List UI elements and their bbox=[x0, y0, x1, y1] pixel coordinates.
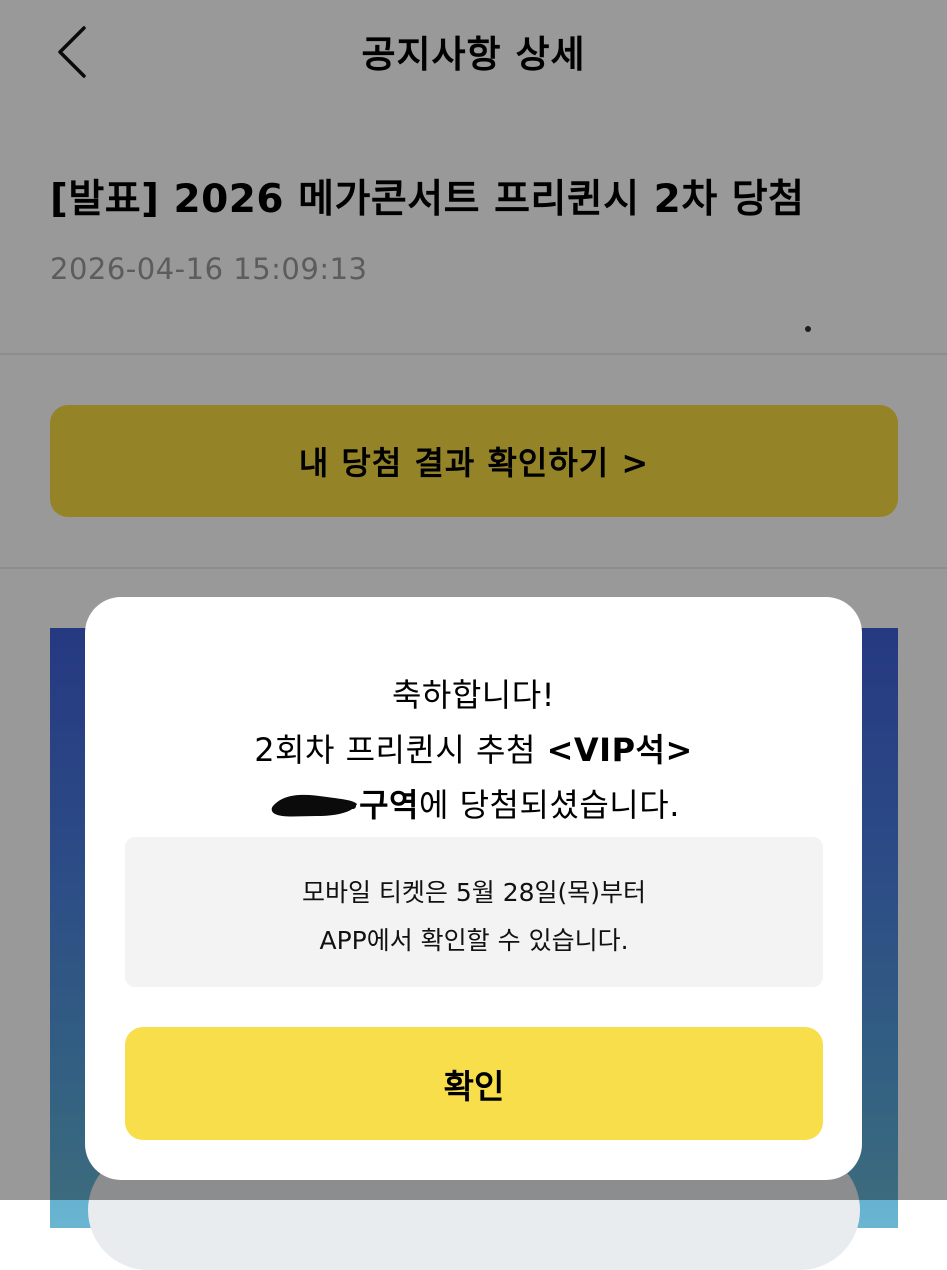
ticket-info-line: 모바일 티켓은 5월 28일(목)부터 bbox=[301, 878, 647, 907]
modal-win-text: 에 당첨되셨습니다. bbox=[419, 786, 680, 824]
modal-zone-label: 구역 bbox=[359, 786, 419, 824]
redaction-scribble bbox=[267, 788, 359, 822]
modal-round-prefix: 2회차 프리퀸시 추첨 bbox=[254, 731, 547, 769]
modal-seat-grade: <VIP석> bbox=[546, 731, 693, 769]
ticket-info-line: APP에서 확인할 수 있습니다. bbox=[319, 926, 629, 955]
modal-round-text: 2회차 프리퀸시 추첨 <VIP석> bbox=[85, 725, 862, 771]
confirm-button[interactable]: 확인 bbox=[125, 1027, 823, 1140]
result-modal: 축하합니다! 2회차 프리퀸시 추첨 <VIP석> 구역에 당첨되셨습니다. 모… bbox=[85, 597, 862, 1180]
modal-zone-text: 구역에 당첨되셨습니다. bbox=[85, 780, 862, 826]
ticket-info-box: 모바일 티켓은 5월 28일(목)부터 APP에서 확인할 수 있습니다. bbox=[125, 837, 823, 987]
modal-congrats-text: 축하합니다! bbox=[391, 676, 556, 714]
